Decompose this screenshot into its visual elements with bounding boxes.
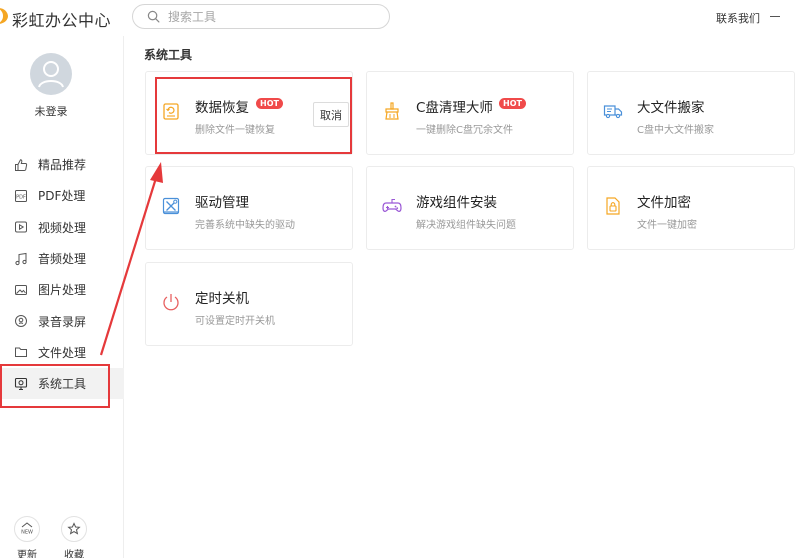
data-recovery-icon xyxy=(160,100,182,122)
login-status[interactable]: 未登录 xyxy=(0,103,102,119)
driver-tools-icon xyxy=(160,195,182,217)
record-icon xyxy=(14,314,28,328)
app-title: 彩虹办公中心 xyxy=(12,11,112,30)
search-box[interactable] xyxy=(132,4,390,29)
sidebar: 未登录 精品推荐 PDF PDF处理 视频处理 音频处理 图片处理 录音录屏 文… xyxy=(0,36,124,558)
tool-card-data-recovery[interactable]: 数据恢复 HOT 删除文件一键恢复 取消 xyxy=(145,71,353,155)
sidebar-nav: 精品推荐 PDF PDF处理 视频处理 音频处理 图片处理 录音录屏 文件处理 … xyxy=(0,149,124,400)
tool-card-file-encryption[interactable]: 文件加密 文件一键加密 xyxy=(587,166,795,250)
svg-text:NEW: NEW xyxy=(21,530,33,536)
sidebar-item-recording[interactable]: 录音录屏 xyxy=(0,305,124,336)
card-title: C盘清理大师 xyxy=(416,100,493,116)
svg-text:PDF: PDF xyxy=(16,195,26,201)
logo-icon xyxy=(0,8,8,24)
sidebar-item-label: 音频处理 xyxy=(38,252,87,267)
search-icon xyxy=(147,10,160,23)
tool-card-driver-management[interactable]: 驱动管理 完善系统中缺失的驱动 xyxy=(145,166,353,250)
tool-card-scheduled-shutdown[interactable]: 定时关机 可设置定时开关机 xyxy=(145,262,353,346)
user-icon xyxy=(38,61,64,88)
broom-icon xyxy=(381,100,403,122)
sidebar-item-audio[interactable]: 音频处理 xyxy=(0,243,124,274)
image-icon xyxy=(14,283,28,297)
sidebar-item-label: 图片处理 xyxy=(38,283,87,298)
app-window: 彩虹办公中心 联系我们 未登录 精品推荐 P xyxy=(0,0,797,558)
thumbs-up-icon xyxy=(14,158,28,172)
card-title: 游戏组件安装 xyxy=(416,195,497,211)
card-description: C盘中大文件搬家 xyxy=(637,125,714,136)
card-title: 定时关机 xyxy=(195,291,249,307)
minimize-button[interactable] xyxy=(770,16,780,17)
avatar[interactable] xyxy=(30,53,72,95)
update-button[interactable]: NEW 更新 xyxy=(12,516,42,558)
video-icon xyxy=(14,220,28,234)
update-label: 更新 xyxy=(17,550,37,558)
sidebar-item-label: 精品推荐 xyxy=(38,158,87,173)
sidebar-item-pdf[interactable]: PDF PDF处理 xyxy=(0,180,124,211)
sidebar-item-label: PDF处理 xyxy=(38,189,86,204)
tool-card-c-drive-cleaner[interactable]: C盘清理大师 HOT 一键删除C盘冗余文件 xyxy=(366,71,574,155)
star-icon xyxy=(67,522,81,535)
sidebar-item-label: 系统工具 xyxy=(38,377,87,392)
file-lock-icon xyxy=(602,195,624,217)
favorites-button[interactable]: 收藏 xyxy=(59,516,89,558)
folder-icon xyxy=(14,345,28,359)
card-description: 一键删除C盘冗余文件 xyxy=(416,125,513,136)
sidebar-item-files[interactable]: 文件处理 xyxy=(0,337,124,368)
sidebar-item-recommended[interactable]: 精品推荐 xyxy=(0,149,124,180)
sidebar-item-label: 视频处理 xyxy=(38,220,87,235)
favorites-label: 收藏 xyxy=(64,550,84,558)
card-description: 删除文件一键恢复 xyxy=(195,125,275,136)
contact-us-link[interactable]: 联系我们 xyxy=(716,10,760,26)
card-title: 数据恢复 xyxy=(195,100,249,116)
tool-card-large-file-mover[interactable]: 大文件搬家 C盘中大文件搬家 xyxy=(587,71,795,155)
sidebar-item-video[interactable]: 视频处理 xyxy=(0,212,124,243)
monitor-icon xyxy=(14,377,28,391)
card-title: 文件加密 xyxy=(637,195,691,211)
moving-truck-icon xyxy=(602,100,624,122)
card-title: 大文件搬家 xyxy=(637,100,705,116)
search-input[interactable] xyxy=(168,9,368,24)
card-title: 驱动管理 xyxy=(195,195,249,211)
gamepad-icon xyxy=(381,195,403,217)
sidebar-item-image[interactable]: 图片处理 xyxy=(0,274,124,305)
pdf-icon: PDF xyxy=(14,189,28,203)
tool-card-game-components[interactable]: 游戏组件安装 解决游戏组件缺失问题 xyxy=(366,166,574,250)
new-badge-icon: NEW xyxy=(21,522,33,536)
music-note-icon xyxy=(14,252,28,266)
sidebar-item-label: 录音录屏 xyxy=(38,314,87,329)
card-description: 解决游戏组件缺失问题 xyxy=(416,220,516,231)
power-icon xyxy=(160,291,182,313)
hot-badge: HOT xyxy=(256,98,283,109)
card-description: 可设置定时开关机 xyxy=(195,316,275,327)
sidebar-item-system-tools[interactable]: 系统工具 xyxy=(0,368,124,400)
cancel-button[interactable]: 取消 xyxy=(313,102,349,127)
section-title: 系统工具 xyxy=(144,48,193,62)
hot-badge: HOT xyxy=(499,98,526,109)
sidebar-item-label: 文件处理 xyxy=(38,345,87,360)
sidebar-bottom-actions: NEW 更新 收藏 xyxy=(12,516,122,558)
card-description: 文件一键加密 xyxy=(637,220,697,231)
card-description: 完善系统中缺失的驱动 xyxy=(195,220,295,231)
